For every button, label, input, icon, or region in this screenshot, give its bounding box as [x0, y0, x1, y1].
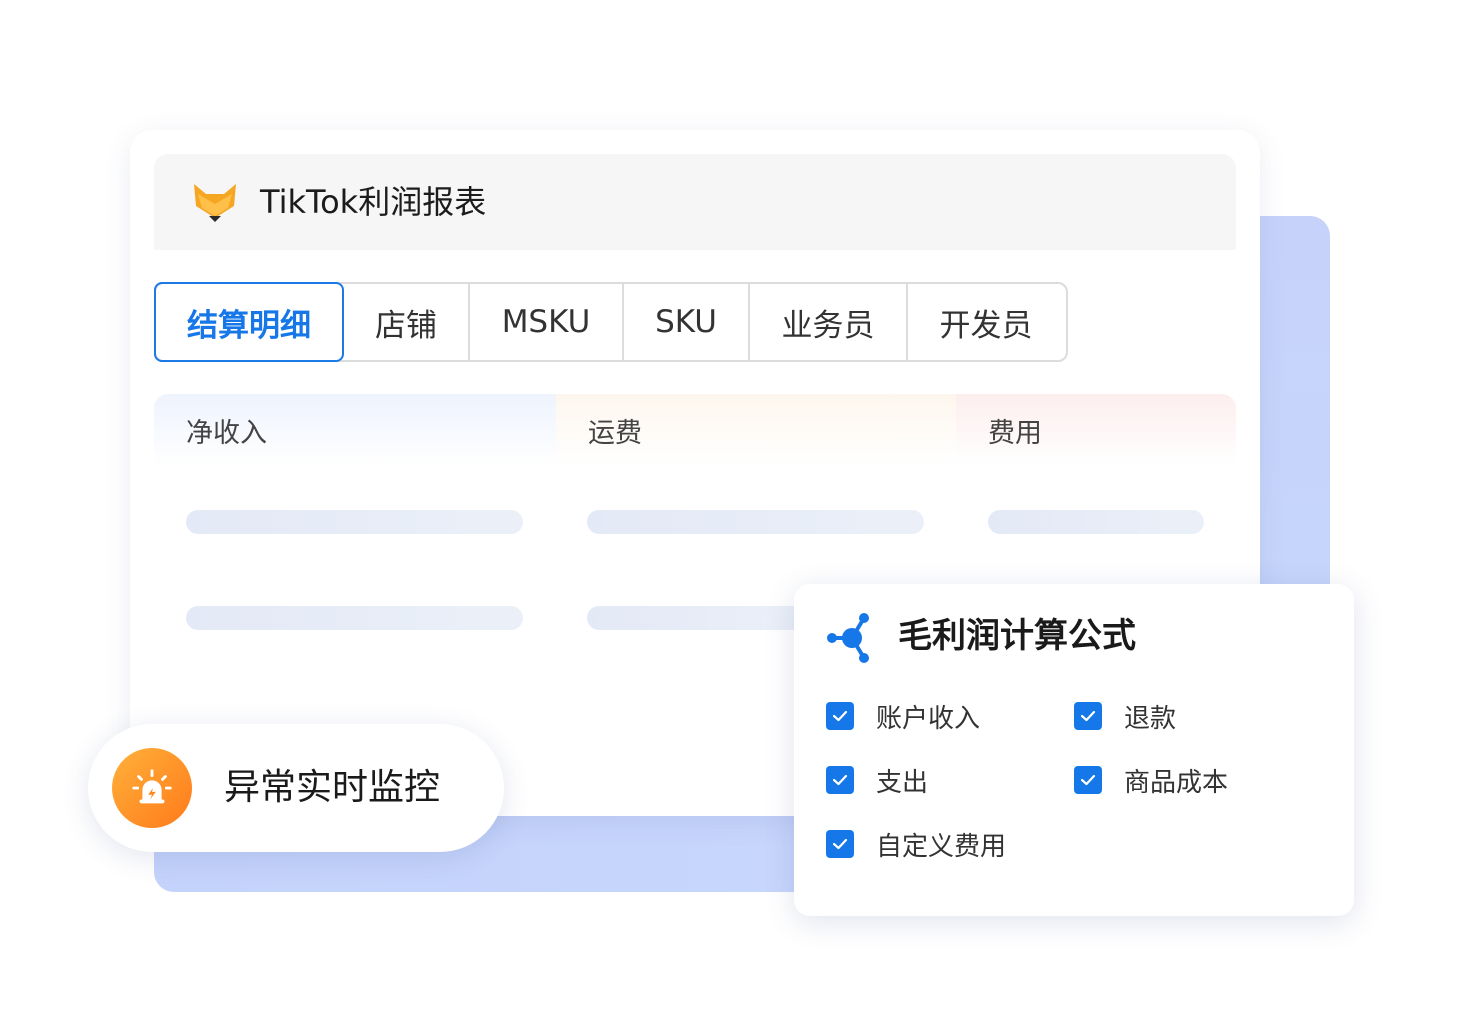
placeholder-bar [186, 510, 523, 534]
checkbox-label: 商品成本 [1124, 767, 1229, 798]
tab-developer[interactable]: 开发员 [908, 284, 1064, 360]
checkmark-icon [1074, 766, 1102, 794]
monitor-label: 异常实时监控 [224, 767, 441, 808]
checkmark-icon [826, 702, 854, 730]
placeholder-bar [186, 606, 523, 630]
column-header-fees: 费用 [956, 394, 1236, 466]
checkbox-product-cost[interactable]: 商品成本 [1074, 760, 1228, 800]
checkmark-icon [1074, 702, 1102, 730]
gross-profit-formula-card: 毛利润计算公式 账户收入 退款 支出 商品成本 自定义费用 [794, 584, 1354, 916]
checkbox-custom-fee[interactable]: 自定义费用 [826, 824, 1006, 864]
checkbox-label: 退款 [1124, 703, 1177, 734]
checkbox-label: 账户收入 [876, 703, 981, 734]
checkbox-refund[interactable]: 退款 [1074, 696, 1176, 736]
fox-logo-icon [192, 180, 238, 226]
column-header-net-income: 净收入 [154, 394, 556, 466]
network-node-icon [826, 612, 874, 664]
report-header: TikTok利润报表 [154, 154, 1236, 250]
placeholder-bar [988, 510, 1204, 534]
tab-salesperson[interactable]: 业务员 [750, 284, 908, 360]
column-header-shipping: 运费 [556, 394, 958, 466]
checkbox-label: 自定义费用 [876, 831, 1007, 862]
checkbox-expense[interactable]: 支出 [826, 760, 928, 800]
report-tabs: 结算明细 店铺 MSKU SKU 业务员 开发员 [154, 282, 1068, 362]
checkbox-account-income[interactable]: 账户收入 [826, 696, 980, 736]
checkbox-label: 支出 [876, 767, 929, 798]
tab-settlement-details[interactable]: 结算明细 [154, 282, 344, 362]
tab-sku[interactable]: SKU [624, 284, 750, 360]
placeholder-bar [587, 510, 924, 534]
report-title: TikTok利润报表 [260, 183, 487, 221]
placeholder-bar [587, 606, 807, 630]
tab-store[interactable]: 店铺 [344, 284, 470, 360]
checkmark-icon [826, 830, 854, 858]
formula-title: 毛利润计算公式 [898, 616, 1136, 656]
tab-msku[interactable]: MSKU [470, 284, 624, 360]
realtime-anomaly-monitor-pill[interactable]: 异常实时监控 [88, 724, 504, 852]
alarm-siren-icon [112, 748, 192, 828]
checkmark-icon [826, 766, 854, 794]
